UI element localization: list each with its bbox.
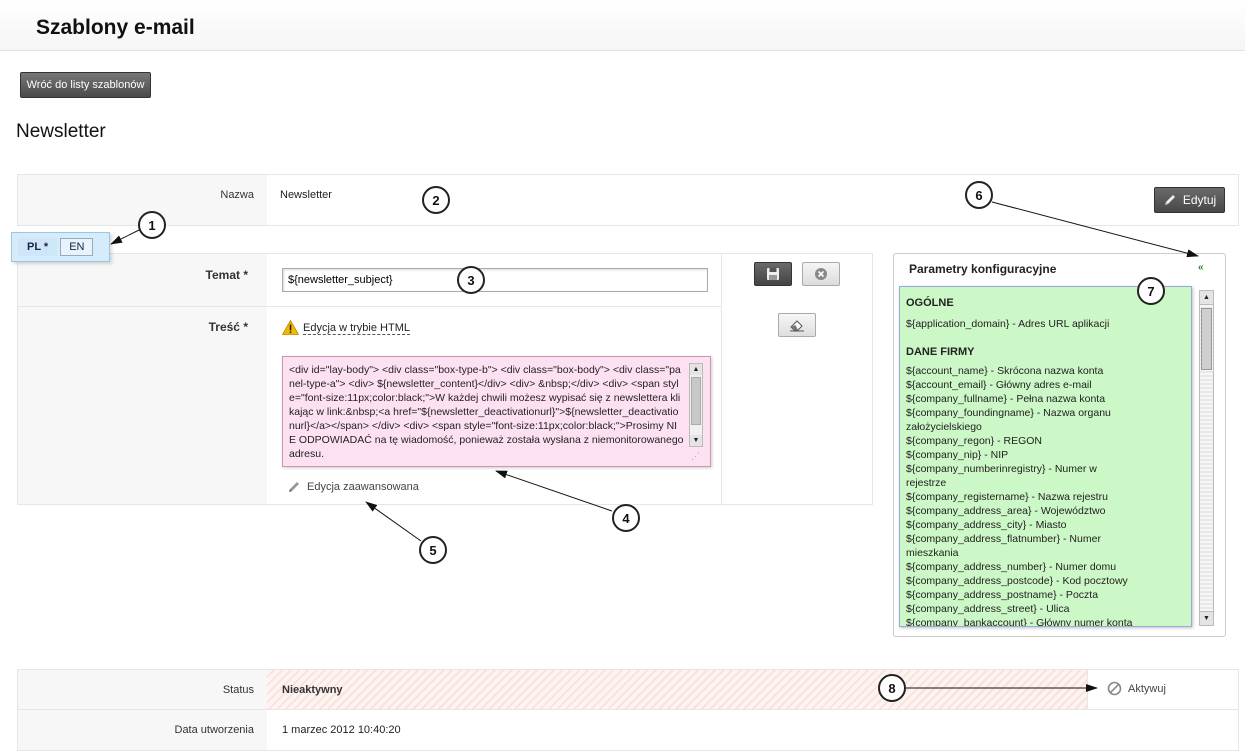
callout-arrow-6	[991, 201, 1199, 258]
callout-arrow-1	[110, 229, 140, 245]
callout-arrow-4	[495, 470, 613, 512]
annotation-arrows	[110, 201, 1199, 692]
callout-2: 2	[422, 186, 450, 214]
callout-5: 5	[419, 536, 447, 564]
callout-6: 6	[965, 181, 993, 209]
callout-7: 7	[1137, 277, 1165, 305]
callout-3: 3	[457, 266, 485, 294]
callout-4: 4	[612, 504, 640, 532]
callout-8: 8	[878, 674, 906, 702]
callout-arrow-5	[365, 501, 422, 542]
callout-1: 1	[138, 211, 166, 239]
